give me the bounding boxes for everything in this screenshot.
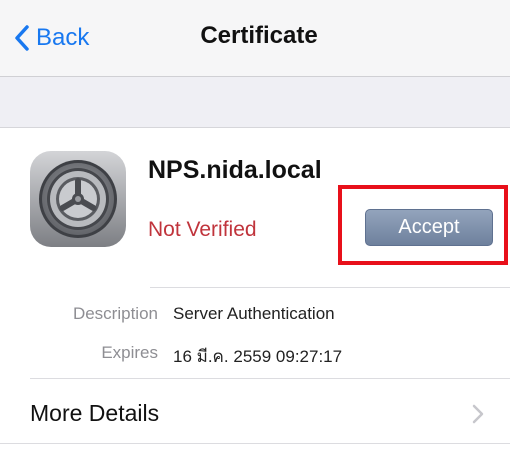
more-details-row[interactable]: More Details — [0, 379, 510, 443]
divider — [150, 287, 510, 288]
verification-status: Not Verified — [148, 218, 257, 241]
description-label: Description — [72, 304, 158, 323]
description-value: Server Authentication — [173, 304, 335, 323]
navigation-bar: Back Certificate — [0, 0, 510, 77]
expires-value: 16 มี.ค. 2559 09:27:17 — [173, 347, 343, 366]
expires-label: Expires — [101, 343, 158, 362]
page-title: Certificate — [200, 22, 318, 49]
more-details-label: More Details — [30, 400, 160, 426]
accept-highlight-box — [338, 185, 508, 265]
chevron-right-icon — [472, 404, 484, 424]
settings-gear-icon — [30, 151, 126, 247]
certificate-name: NPS.nida.local — [148, 156, 322, 184]
section-spacer — [0, 77, 510, 128]
divider — [0, 443, 510, 444]
